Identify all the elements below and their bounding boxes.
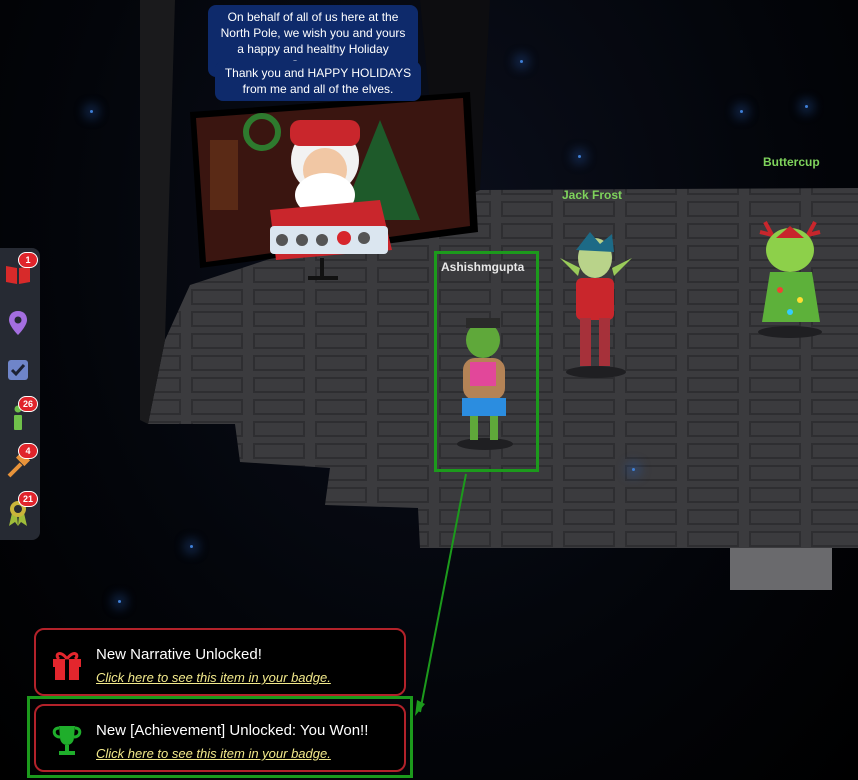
notification-title: New Narrative Unlocked! (96, 646, 262, 663)
badge-link[interactable]: Click here to see this item in your badg… (96, 670, 331, 685)
sidebar: 1 26 4 21 (0, 248, 40, 540)
sparkle (520, 60, 523, 63)
sidebar-item-info[interactable]: 26 (4, 396, 38, 432)
sparkle (740, 110, 743, 113)
player-name: Ashishmgupta (441, 260, 525, 274)
sidebar-item-book[interactable]: 1 (4, 252, 38, 288)
npc-name-buttercup: Buttercup (763, 155, 820, 169)
sparkle (578, 155, 581, 158)
sparkle (118, 600, 121, 603)
sidebar-item-achievements[interactable]: 21 (4, 491, 38, 527)
map-pin-icon (9, 311, 27, 335)
sparkle (632, 468, 635, 471)
sparkle (805, 105, 808, 108)
sparkle (90, 110, 93, 113)
notification-narrative[interactable]: New Narrative Unlocked! Click here to se… (34, 628, 406, 696)
sidebar-item-objectives[interactable] (4, 356, 32, 384)
notification-title: New [Achievement] Unlocked: You Won!! (96, 722, 369, 739)
sparkle (190, 545, 193, 548)
notification-achievement[interactable]: New [Achievement] Unlocked: You Won!! Cl… (34, 704, 406, 772)
gift-icon (53, 652, 81, 680)
badge-count: 1 (18, 252, 38, 268)
player-highlight-box[interactable]: Ashishmgupta (434, 251, 539, 472)
trophy-icon (52, 726, 82, 755)
badge-count: 21 (18, 491, 38, 507)
badge-count: 26 (18, 396, 38, 412)
checklist-icon (8, 360, 28, 380)
sidebar-item-items[interactable]: 4 (4, 443, 38, 479)
floor-step (730, 548, 832, 590)
badge-link[interactable]: Click here to see this item in your badg… (96, 746, 331, 761)
npc-name-jack-frost: Jack Frost (562, 188, 623, 202)
badge-count: 4 (18, 443, 38, 459)
sidebar-item-map[interactable] (4, 309, 32, 337)
santa-chat-bubble: Thank you and HAPPY HOLIDAYS from me and… (215, 61, 421, 101)
